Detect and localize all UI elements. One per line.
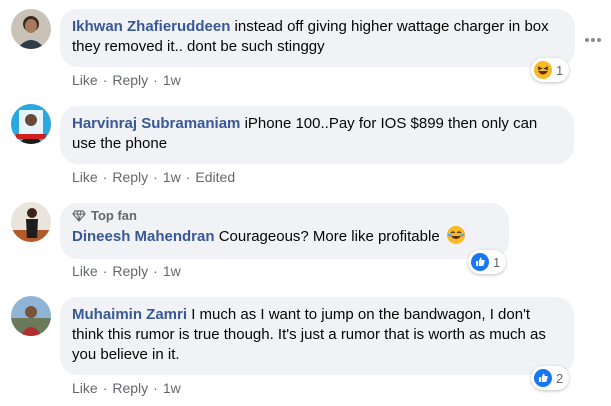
reaction-summary[interactable]: 1 xyxy=(531,58,570,82)
badge-label: Top fan xyxy=(91,208,137,223)
reaction-summary[interactable]: 2 xyxy=(531,366,570,390)
author-name[interactable]: Ikhwan Zhafieruddeen xyxy=(72,18,230,35)
diamond-icon xyxy=(72,210,86,222)
avatar[interactable] xyxy=(11,104,51,144)
reaction-count: 2 xyxy=(556,370,564,386)
like-button[interactable]: Like xyxy=(72,169,98,185)
avatar[interactable] xyxy=(11,202,51,242)
timestamp[interactable]: 1w xyxy=(163,72,181,88)
crying-laughing-emoji-icon xyxy=(446,226,465,244)
reply-button[interactable]: Reply xyxy=(112,169,148,185)
comment-actions: Like · Reply · 1w xyxy=(72,72,181,88)
comment-actions: Like · Reply · 1w xyxy=(72,263,181,279)
like-reaction-icon xyxy=(471,253,489,271)
like-button[interactable]: Like xyxy=(72,263,98,279)
like-button[interactable]: Like xyxy=(72,380,98,396)
timestamp[interactable]: 1w xyxy=(163,380,181,396)
author-name[interactable]: Harvinraj Subramaniam xyxy=(72,115,240,132)
avatar[interactable] xyxy=(11,9,51,49)
comment-bubble: Harvinraj Subramaniam iPhone 100..Pay fo… xyxy=(60,106,574,164)
reply-button[interactable]: Reply xyxy=(112,72,148,88)
reply-button[interactable]: Reply xyxy=(112,380,148,396)
reply-button[interactable]: Reply xyxy=(112,263,148,279)
avatar[interactable] xyxy=(11,296,51,336)
more-options-icon[interactable] xyxy=(585,38,601,42)
top-fan-badge: Top fan xyxy=(72,208,497,224)
comment-bubble: Ikhwan Zhafieruddeen instead off giving … xyxy=(60,9,575,67)
author-name[interactable]: Dineesh Mahendran xyxy=(72,228,215,245)
edited-label[interactable]: Edited xyxy=(195,169,235,185)
comment-bubble: Muhaimin Zamri I much as I want to jump … xyxy=(60,297,574,375)
like-reaction-icon xyxy=(534,369,552,387)
timestamp[interactable]: 1w xyxy=(163,169,181,185)
timestamp[interactable]: 1w xyxy=(163,263,181,279)
reaction-summary[interactable]: 1 xyxy=(468,250,507,274)
reaction-count: 1 xyxy=(493,254,501,270)
comment-actions: Like · Reply · 1w · Edited xyxy=(72,169,236,185)
comment-bubble: Top fan Dineesh Mahendran Courageous? Mo… xyxy=(60,203,509,259)
comment-text: Courageous? More like profitable xyxy=(218,228,440,245)
haha-reaction-icon xyxy=(534,61,552,79)
author-name[interactable]: Muhaimin Zamri xyxy=(72,306,187,323)
comment-actions: Like · Reply · 1w xyxy=(72,380,181,396)
like-button[interactable]: Like xyxy=(72,72,98,88)
reaction-count: 1 xyxy=(556,62,564,78)
